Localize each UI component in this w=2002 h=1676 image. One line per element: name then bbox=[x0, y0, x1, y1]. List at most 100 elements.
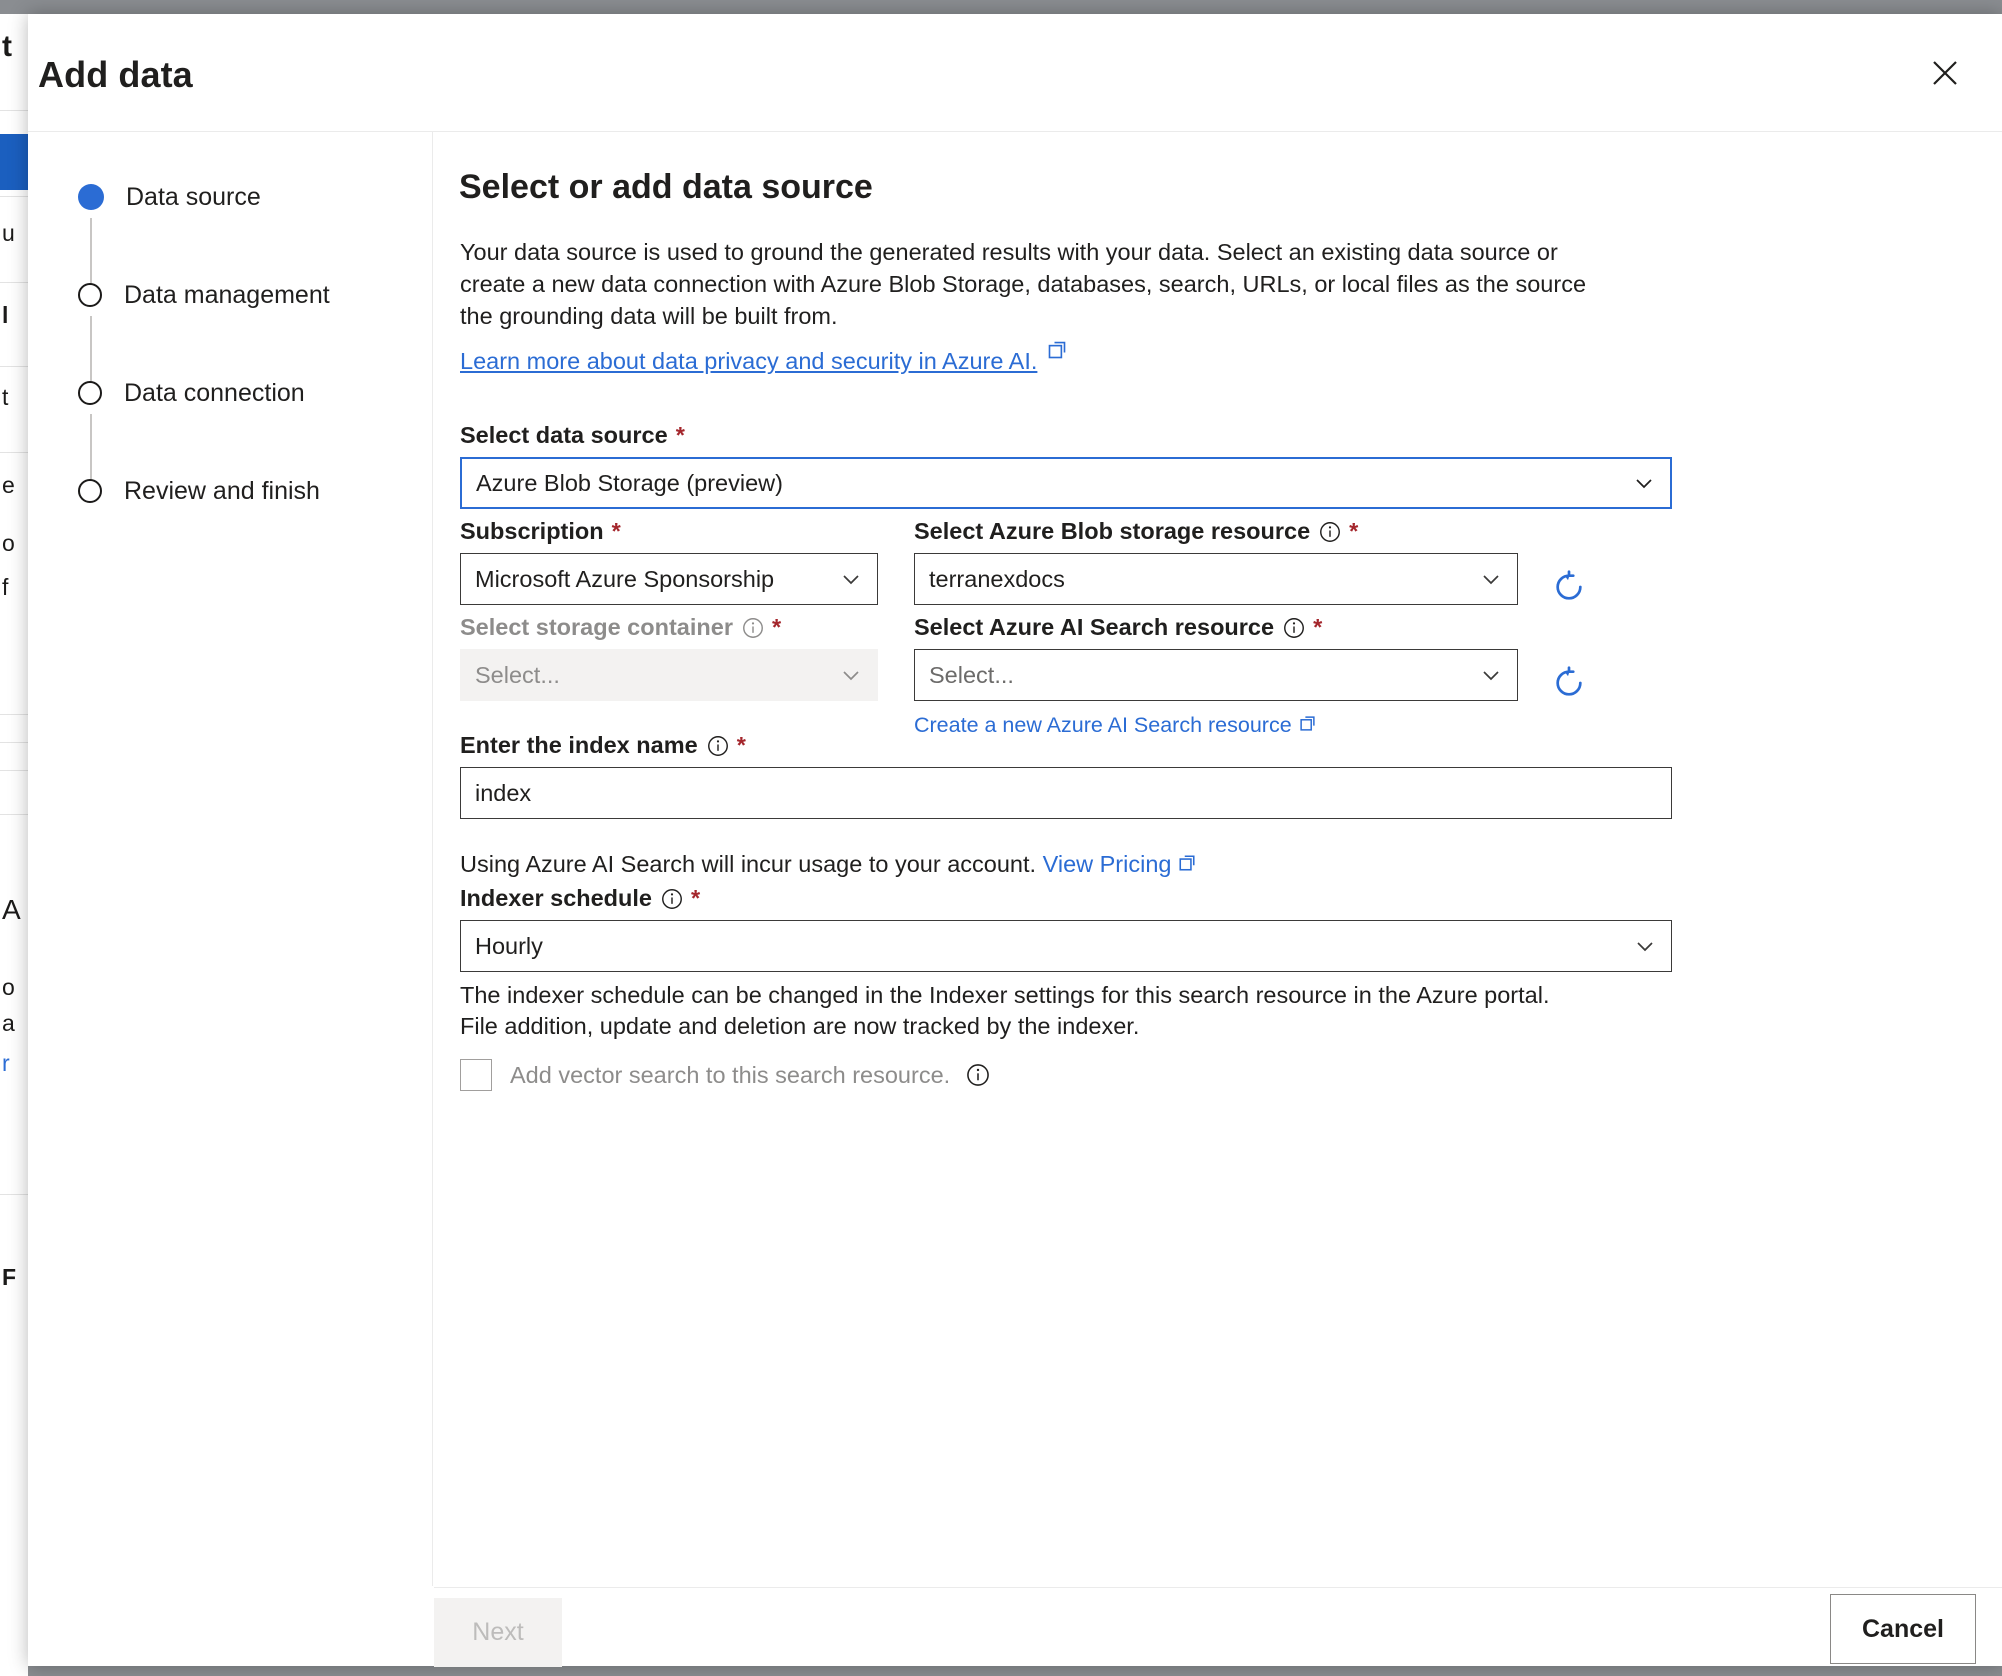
data-source-dropdown[interactable]: Azure Blob Storage (preview) bbox=[460, 457, 1672, 509]
required-marker: * bbox=[675, 422, 685, 448]
step-bullet-empty-icon bbox=[78, 283, 102, 307]
required-marker: * bbox=[611, 518, 621, 544]
sidebar-item-data-source[interactable]: Data source bbox=[78, 180, 261, 214]
info-icon[interactable] bbox=[742, 617, 764, 639]
field-label: Select data source * bbox=[460, 422, 1672, 449]
page-title: Select or add data source bbox=[459, 168, 873, 206]
field-label-text: Select storage container bbox=[460, 614, 733, 640]
indexer-schedule-dropdown[interactable]: Hourly bbox=[460, 920, 1672, 972]
close-icon[interactable] bbox=[1918, 46, 1972, 100]
required-marker: * bbox=[691, 885, 701, 911]
refresh-blob-storage-icon[interactable] bbox=[1546, 564, 1592, 610]
background-text-fragment: a bbox=[2, 1010, 15, 1036]
required-marker: * bbox=[736, 732, 746, 758]
background-text-fragment: f bbox=[2, 574, 9, 600]
ai-search-resource-dropdown[interactable]: Select... bbox=[914, 649, 1518, 701]
background-text-fragment: e bbox=[2, 472, 15, 498]
page-description: Your data source is used to ground the g… bbox=[460, 239, 1587, 329]
field-label-text: Subscription bbox=[460, 518, 604, 544]
background-text-fragment: A bbox=[2, 894, 21, 925]
chevron-down-icon bbox=[839, 663, 863, 687]
step-bullet-empty-icon bbox=[78, 381, 102, 405]
background-text-fragment: o bbox=[2, 530, 15, 556]
chevron-down-icon bbox=[1632, 471, 1656, 495]
data-source-value: Azure Blob Storage (preview) bbox=[476, 469, 783, 496]
step-label: Data management bbox=[124, 280, 330, 309]
field-label-text: Indexer schedule bbox=[460, 885, 652, 911]
view-pricing-link[interactable]: View Pricing bbox=[1043, 849, 1197, 880]
add-vector-search-checkbox[interactable] bbox=[460, 1059, 492, 1091]
step-label: Review and finish bbox=[124, 476, 320, 505]
field-ai-search-resource: Select Azure AI Search resource * Select… bbox=[914, 614, 1518, 738]
field-index-name: Enter the index name * index bbox=[460, 732, 1672, 819]
background-text-fragment: u bbox=[2, 220, 15, 246]
indexer-schedule-value: Hourly bbox=[475, 932, 543, 959]
background-text-fragment: F bbox=[2, 1264, 17, 1290]
subscription-dropdown[interactable]: Microsoft Azure Sponsorship bbox=[460, 553, 878, 605]
add-vector-search-label: Add vector search to this search resourc… bbox=[510, 1061, 951, 1088]
field-subscription: Subscription * Microsoft Azure Sponsorsh… bbox=[460, 518, 878, 605]
required-marker: * bbox=[771, 614, 782, 640]
refresh-ai-search-icon[interactable] bbox=[1546, 660, 1592, 706]
external-link-icon bbox=[1178, 849, 1196, 880]
field-blob-storage-resource: Select Azure Blob storage resource * ter… bbox=[914, 518, 1518, 605]
chevron-down-icon bbox=[1479, 567, 1503, 591]
index-name-value: index bbox=[475, 779, 532, 806]
field-label-text: Select data source bbox=[460, 422, 668, 448]
dialog-main-pane: Select or add data source Your data sour… bbox=[434, 132, 2002, 1586]
info-icon[interactable] bbox=[661, 888, 683, 910]
info-icon[interactable] bbox=[1319, 521, 1341, 543]
chevron-down-icon bbox=[1479, 663, 1503, 687]
storage-container-dropdown[interactable]: Select... bbox=[460, 649, 878, 701]
chevron-down-icon bbox=[1633, 934, 1657, 958]
step-label: Data connection bbox=[124, 378, 305, 407]
pricing-note: Using Azure AI Search will incur usage t… bbox=[460, 849, 1660, 880]
chevron-down-icon bbox=[839, 567, 863, 591]
background-text-fragment: t bbox=[2, 384, 9, 410]
background-active-tab bbox=[0, 134, 28, 190]
info-icon[interactable] bbox=[966, 1063, 990, 1087]
field-storage-container: Select storage container * Select... bbox=[460, 614, 878, 701]
subscription-value: Microsoft Azure Sponsorship bbox=[475, 565, 775, 592]
field-label: Indexer schedule * bbox=[460, 885, 1672, 912]
wizard-stepper: Data source Data management Data connect… bbox=[28, 132, 433, 1586]
sidebar-item-data-connection[interactable]: Data connection bbox=[78, 376, 305, 410]
blob-storage-resource-value: terranexdocs bbox=[929, 565, 1065, 592]
field-label-text: Select Azure Blob storage resource bbox=[914, 518, 1311, 544]
info-icon[interactable] bbox=[707, 735, 729, 757]
field-label-text: Enter the index name bbox=[460, 732, 698, 758]
step-bullet-empty-icon bbox=[78, 479, 102, 503]
dialog-header: Add data bbox=[28, 14, 2002, 132]
step-bullet-filled-icon bbox=[78, 184, 104, 210]
pricing-note-text: Using Azure AI Search will incur usage t… bbox=[460, 851, 1037, 877]
external-link-icon bbox=[1047, 339, 1067, 366]
cancel-button[interactable]: Cancel bbox=[1830, 1594, 1976, 1664]
vector-search-row: Add vector search to this search resourc… bbox=[460, 1059, 990, 1091]
sidebar-item-review-and-finish[interactable]: Review and finish bbox=[78, 474, 320, 508]
sidebar-item-data-management[interactable]: Data management bbox=[78, 278, 330, 312]
required-marker: * bbox=[1349, 518, 1359, 544]
ai-search-resource-placeholder: Select... bbox=[929, 661, 1014, 688]
info-icon[interactable] bbox=[1283, 617, 1305, 639]
background-text-fragment: l bbox=[2, 302, 9, 328]
background-text-fragment: t bbox=[2, 30, 12, 63]
field-label: Enter the index name * bbox=[460, 732, 1672, 759]
index-name-input[interactable]: index bbox=[460, 767, 1672, 819]
field-data-source: Select data source * Azure Blob Storage … bbox=[460, 422, 1672, 509]
blob-storage-resource-dropdown[interactable]: terranexdocs bbox=[914, 553, 1518, 605]
background-text-fragment: o bbox=[2, 974, 15, 1000]
learn-more-link[interactable]: Learn more about data privacy and securi… bbox=[460, 341, 1067, 375]
background-text-fragment: r bbox=[2, 1050, 10, 1076]
background-page: t u l t e o f A o a r F bbox=[0, 14, 28, 1676]
dialog-body: Data source Data management Data connect… bbox=[28, 132, 2002, 1586]
dialog-title: Add data bbox=[38, 54, 193, 95]
storage-container-placeholder: Select... bbox=[475, 661, 560, 688]
field-label: Select storage container * bbox=[460, 614, 878, 641]
view-pricing-label: View Pricing bbox=[1042, 851, 1172, 877]
learn-more-label: Learn more about data privacy and securi… bbox=[460, 348, 1038, 374]
field-label-text: Select Azure AI Search resource bbox=[914, 614, 1275, 640]
field-indexer-schedule: Indexer schedule * Hourly bbox=[460, 885, 1672, 972]
step-label: Data source bbox=[126, 182, 261, 211]
indexer-note-line-2: File addition, update and deletion are n… bbox=[460, 1013, 1140, 1039]
next-button[interactable]: Next bbox=[434, 1598, 562, 1667]
